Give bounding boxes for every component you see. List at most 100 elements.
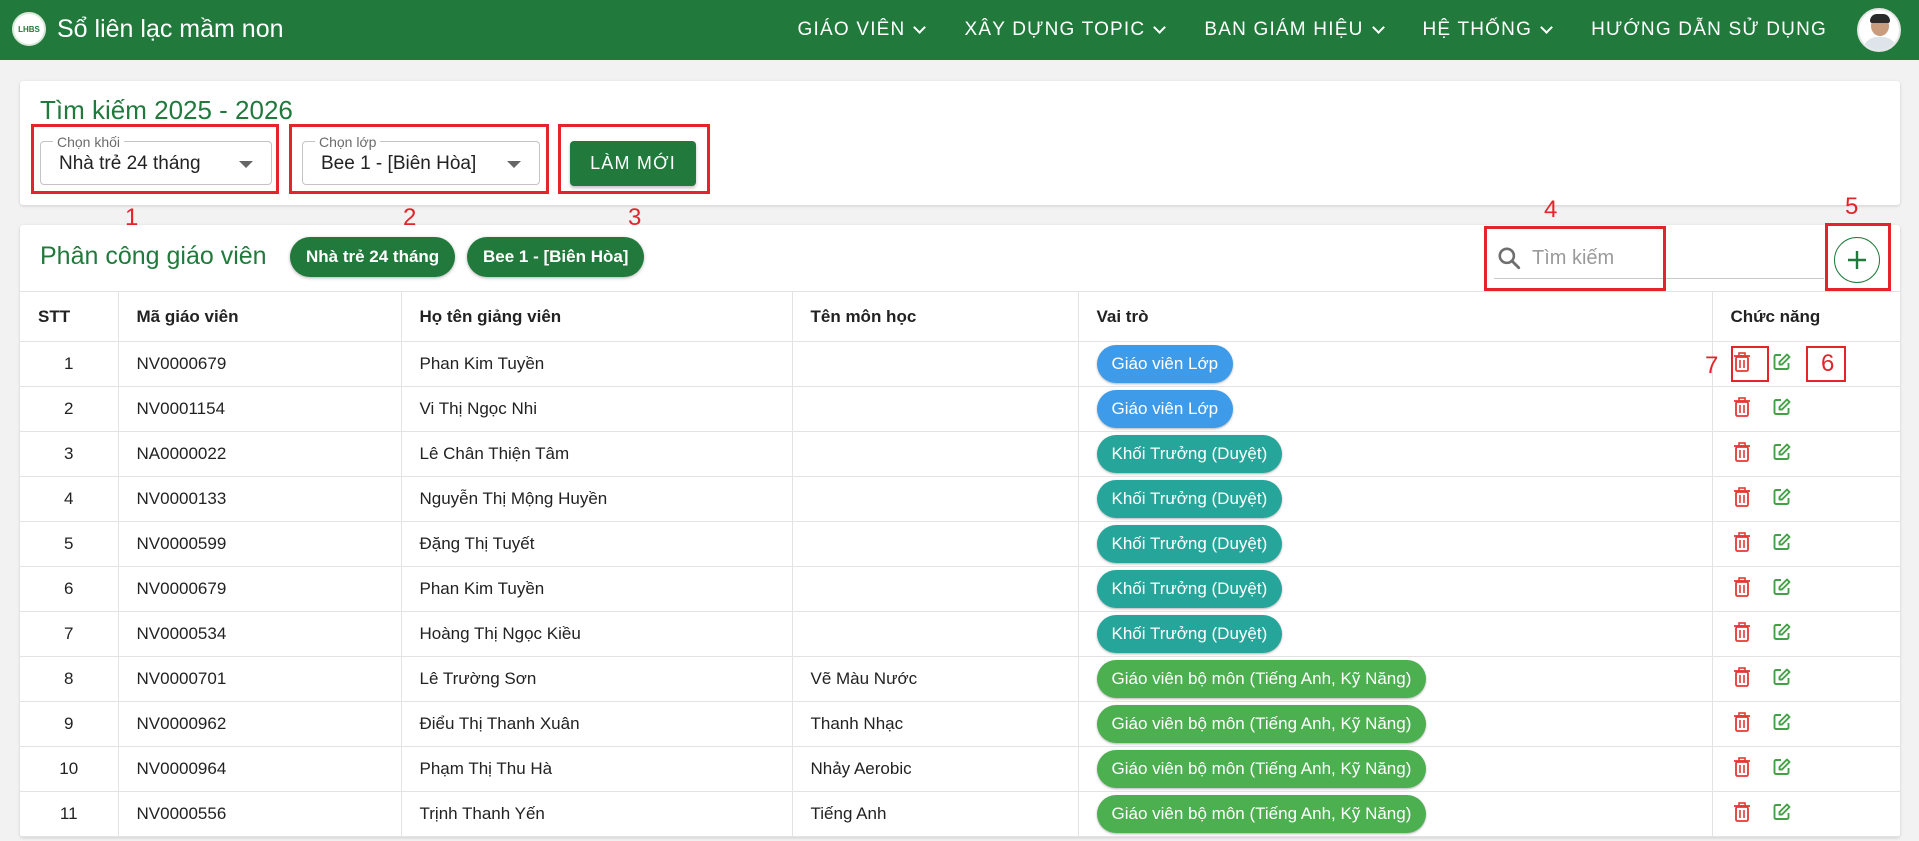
edit-button[interactable] <box>1771 533 1793 555</box>
cell-teacher-name: Nguyễn Thị Mộng Huyền <box>400 476 792 522</box>
delete-button[interactable] <box>1731 396 1753 422</box>
top-navbar: LHBS Sổ liên lạc mầm non GIÁO VIÊN XÂY D… <box>0 0 1919 60</box>
edit-button[interactable] <box>1771 398 1793 420</box>
cell-stt: 5 <box>20 521 118 567</box>
assignment-title: Phân công giáo viên <box>40 242 267 270</box>
role-badge: Giáo viên bộ môn (Tiếng Anh, Kỹ Năng) <box>1096 750 1427 788</box>
role-badge: Khối Trưởng (Duyệt) <box>1096 435 1283 473</box>
edit-button[interactable] <box>1771 668 1793 690</box>
cell-subject <box>791 431 1078 477</box>
table-header-row: STT Mã giáo viên Họ tên giảng viên Tên m… <box>20 291 1900 342</box>
cell-actions <box>1711 701 1900 747</box>
trash-icon <box>1733 351 1751 377</box>
cell-role: Giáo viên bộ môn (Tiếng Anh, Kỹ Năng) <box>1077 701 1712 747</box>
delete-button[interactable] <box>1731 756 1753 780</box>
grade-select[interactable]: Chọn khối Nhà trẻ 24 tháng <box>40 134 272 185</box>
reset-button[interactable]: LÀM MỚI <box>570 141 696 186</box>
cell-subject <box>791 521 1078 567</box>
edit-icon <box>1772 757 1792 782</box>
search-input[interactable] <box>1532 243 1812 273</box>
nav-user-guide[interactable]: HƯỚNG DẪN SỬ DỤNG <box>1591 19 1827 41</box>
cell-teacher-code: NV0001154 <box>117 386 401 432</box>
cell-subject <box>791 611 1078 657</box>
cell-stt: 3 <box>20 431 118 477</box>
edit-icon <box>1772 532 1792 557</box>
cell-stt: 10 <box>20 746 118 792</box>
role-badge: Giáo viên Lớp <box>1096 390 1234 428</box>
delete-button[interactable] <box>1731 621 1753 645</box>
role-badge: Khối Trưởng (Duyệt) <box>1096 480 1283 518</box>
delete-button[interactable] <box>1731 531 1753 557</box>
edit-button[interactable] <box>1771 803 1793 825</box>
edit-icon <box>1772 442 1792 467</box>
cell-teacher-name: Điểu Thị Thanh Xuân <box>400 701 792 747</box>
grade-select-label: Chọn khối <box>53 134 125 150</box>
delete-button[interactable] <box>1731 666 1753 692</box>
cell-teacher-name: Vi Thị Ngọc Nhi <box>400 386 792 432</box>
nav-system[interactable]: HỆ THỐNG <box>1422 19 1553 41</box>
trash-icon <box>1733 576 1751 602</box>
cell-role: Giáo viên Lớp <box>1077 386 1712 432</box>
delete-button[interactable] <box>1731 441 1753 465</box>
edit-button[interactable] <box>1771 623 1793 645</box>
nav-build-topic[interactable]: XÂY DỰNG TOPIC <box>964 19 1167 41</box>
edit-icon <box>1772 802 1792 827</box>
trash-icon <box>1733 801 1751 827</box>
delete-button[interactable] <box>1731 486 1753 512</box>
avatar-hair-shape <box>1870 14 1890 23</box>
annotation-label-4: 4 <box>1544 196 1558 223</box>
edit-button[interactable] <box>1771 713 1793 735</box>
edit-button[interactable] <box>1771 758 1793 780</box>
table-row: 2 NV0001154 Vi Thị Ngọc Nhi Giáo viên Lớp <box>20 386 1900 432</box>
nav-label: HƯỚNG DẪN SỬ DỤNG <box>1591 19 1827 40</box>
class-filter-chip: Bee 1 - [Biên Hòa] <box>467 237 645 277</box>
cell-actions <box>1711 611 1900 657</box>
app-title[interactable]: Sổ liên lạc mầm non <box>57 15 284 44</box>
cell-role: Khối Trưởng (Duyệt) <box>1077 431 1712 477</box>
cell-subject: Nhảy Aerobic <box>791 746 1078 792</box>
cell-actions <box>1711 386 1900 432</box>
role-badge: Giáo viên bộ môn (Tiếng Anh, Kỹ Năng) <box>1096 705 1427 743</box>
cell-actions <box>1711 431 1900 477</box>
class-select-value: Bee 1 - [Biên Hòa] <box>321 153 477 174</box>
trash-icon <box>1733 666 1751 692</box>
cell-role: Giáo viên bộ môn (Tiếng Anh, Kỹ Năng) <box>1077 656 1712 702</box>
cell-actions <box>1711 341 1900 387</box>
nav-management-board[interactable]: BAN GIÁM HIỆU <box>1204 19 1385 41</box>
chevron-down-icon <box>1371 21 1385 34</box>
delete-button[interactable] <box>1731 351 1753 377</box>
nav-label: GIÁO VIÊN <box>797 19 906 40</box>
edit-button[interactable] <box>1771 488 1793 510</box>
cell-actions <box>1711 521 1900 567</box>
school-logo[interactable]: LHBS <box>12 12 46 46</box>
add-assignment-button[interactable] <box>1834 237 1880 283</box>
nav-label: BAN GIÁM HIỆU <box>1204 19 1364 40</box>
trash-icon <box>1733 396 1751 422</box>
user-avatar[interactable] <box>1857 8 1901 52</box>
annotation-label-7: 7 <box>1705 352 1719 379</box>
edit-button[interactable] <box>1771 353 1793 375</box>
delete-button[interactable] <box>1731 576 1753 602</box>
trash-icon <box>1733 486 1751 512</box>
nav-label: HỆ THỐNG <box>1422 19 1533 40</box>
annotation-label-1: 1 <box>125 204 139 231</box>
trash-icon <box>1733 531 1751 557</box>
class-select[interactable]: Chọn lớp Bee 1 - [Biên Hòa] <box>302 134 540 185</box>
trash-icon <box>1733 711 1751 737</box>
cell-subject: Vẽ Màu Nước <box>791 656 1078 702</box>
cell-teacher-code: NV0000701 <box>117 656 401 702</box>
cell-teacher-code: NV0000962 <box>117 701 401 747</box>
delete-button[interactable] <box>1731 711 1753 737</box>
cell-stt: 4 <box>20 476 118 522</box>
edit-button[interactable] <box>1771 443 1793 465</box>
column-header: Chức năng <box>1711 291 1900 342</box>
delete-button[interactable] <box>1731 801 1753 827</box>
nav-teachers[interactable]: GIÁO VIÊN <box>797 19 927 41</box>
search-panel-title: Tìm kiếm 2025 - 2026 <box>40 95 293 125</box>
edit-button[interactable] <box>1771 578 1793 600</box>
cell-teacher-code: NV0000556 <box>117 791 401 837</box>
cell-stt: 6 <box>20 566 118 612</box>
cell-teacher-code: NV0000534 <box>117 611 401 657</box>
cell-stt: 11 <box>20 791 118 837</box>
teacher-search <box>1494 237 1824 279</box>
